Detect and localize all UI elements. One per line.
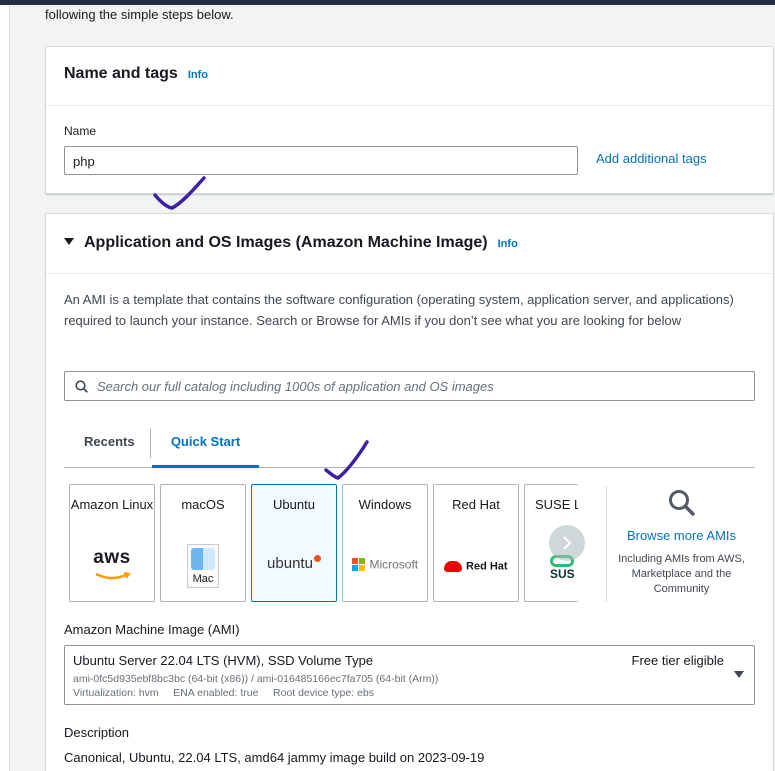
name-and-tags-panel: Name and tags Info Name php Add addition… (45, 46, 774, 210)
ami-panel: Application and OS Images (Amazon Machin… (45, 213, 774, 771)
top-bar (0, 0, 775, 5)
ami-tabs: Recents Quick Start (64, 426, 755, 468)
search-icon (75, 379, 88, 393)
chevron-right-icon (563, 536, 572, 550)
os-tile-amazon-linux[interactable]: Amazon Linux aws (69, 484, 155, 602)
browse-more-amis-subtitle: Including AMIs from AWS, Marketplace and… (618, 553, 745, 595)
ami-select-label: Amazon Machine Image (AMI) (64, 622, 240, 637)
tab-quick-start[interactable]: Quick Start (152, 426, 259, 468)
os-tile-red-hat[interactable]: Red Hat Red Hat (433, 484, 519, 602)
os-tile-label: Windows (358, 497, 412, 512)
search-icon (668, 490, 695, 516)
intro-text: following the simple steps below. (45, 7, 234, 22)
ami-header[interactable]: Application and OS Images (Amazon Machin… (46, 214, 773, 274)
browse-divider (606, 486, 607, 602)
ami-description: An AMI is a template that contains the s… (64, 292, 734, 328)
free-tier-badge: Free tier eligible (631, 653, 725, 668)
os-tile-windows[interactable]: Windows Microsoft (342, 484, 428, 602)
description-label: Description (64, 725, 130, 740)
ami-info-link[interactable]: Info (498, 238, 518, 250)
ami-selected-meta: Virtualization: hvm ENA enabled: true Ro… (73, 687, 374, 699)
os-tile-label: macOS (181, 497, 225, 512)
os-tile-label: Red Hat (452, 497, 500, 512)
dropdown-caret-icon[interactable] (734, 671, 744, 678)
microsoft-logo-icon: Microsoft (343, 556, 427, 572)
aws-logo-icon: aws (70, 547, 154, 584)
os-tile-ubuntu[interactable]: Ubuntu ubuntu (251, 484, 337, 602)
checkmark-annotation-icon (324, 440, 369, 480)
os-tile-label: Amazon Linux (70, 497, 154, 512)
ubuntu-logo-icon: ubuntu (252, 555, 336, 572)
ami-title: Application and OS Images (Amazon Machin… (84, 234, 488, 251)
browse-more-amis-link[interactable]: Browse more AMIs (614, 528, 749, 543)
browse-more-amis[interactable]: Browse more AMIs Including AMIs from AWS… (614, 489, 749, 597)
os-tile-label: SUSE Li (535, 497, 578, 512)
ami-selected-ids: ami-0fc5d935ebf8bc3bc (64-bit (x86)) / a… (73, 673, 439, 685)
carousel-next-button[interactable] (549, 525, 585, 561)
name-and-tags-header: Name and tags Info (46, 47, 773, 106)
mac-finder-icon: Mac (161, 544, 245, 588)
tab-recents[interactable]: Recents (84, 426, 135, 468)
name-and-tags-title: Name and tags (64, 65, 178, 82)
collapse-caret-icon[interactable] (64, 238, 74, 245)
tab-divider (150, 428, 151, 458)
name-input[interactable]: php (64, 146, 578, 175)
name-tags-info-link[interactable]: Info (188, 69, 208, 81)
left-rail (0, 5, 10, 771)
add-additional-tags-link[interactable]: Add additional tags (596, 151, 707, 166)
os-tile-macos[interactable]: macOS Mac (160, 484, 246, 602)
search-placeholder: Search our full catalog including 1000s … (97, 378, 494, 394)
name-label: Name (64, 124, 97, 138)
red-hat-logo-icon: Red Hat (434, 558, 518, 573)
ami-select[interactable]: Ubuntu Server 22.04 LTS (HVM), SSD Volum… (64, 645, 755, 705)
ami-search-input[interactable]: Search our full catalog including 1000s … (64, 371, 755, 401)
description-value: Canonical, Ubuntu, 22.04 LTS, amd64 jamm… (64, 750, 485, 765)
os-tile-label: Ubuntu (273, 497, 315, 512)
